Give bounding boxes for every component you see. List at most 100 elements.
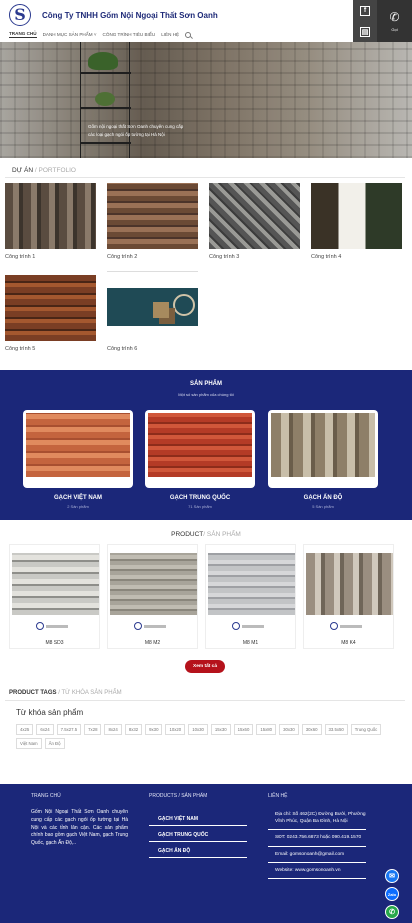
logo-letter: S xyxy=(14,5,26,24)
tag-cloud: 4x25 6x24 7.5x27.5 7x28 8x24 8x32 9x30 1… xyxy=(16,724,401,749)
project-card[interactable]: Công trình 3 xyxy=(209,183,300,260)
search-icon[interactable] xyxy=(185,31,192,38)
nav-item-home[interactable]: TRANG CHỦ xyxy=(9,31,37,38)
footer-contact-title: LIÊN HỆ xyxy=(268,793,288,799)
tag-item[interactable]: 15x60 xyxy=(233,724,254,735)
projects-title: DỰ ÁN / PORTFOLIO xyxy=(12,167,76,174)
project-label[interactable]: Công trình 3 xyxy=(209,254,300,260)
product-image[interactable] xyxy=(12,553,99,615)
hero-caption: Gốm nội ngoại thất Sơn Oanh chuyên cung … xyxy=(88,124,184,129)
project-image[interactable] xyxy=(107,183,198,249)
tag-item[interactable]: 7.5x27.5 xyxy=(56,724,82,735)
product-card[interactable]: M8 K4 xyxy=(303,544,394,649)
project-image[interactable] xyxy=(311,183,402,249)
tag-item[interactable]: Việt Nam xyxy=(16,738,42,749)
tag-item[interactable]: 15x30 xyxy=(210,724,231,735)
footer-link[interactable]: GẠCH TRUNG QUỐC xyxy=(149,828,247,842)
footer-about-title[interactable]: TRANG CHỦ xyxy=(31,793,61,799)
project-card[interactable]: Công trình 1 xyxy=(5,183,96,260)
project-image[interactable] xyxy=(5,183,96,249)
brand-logo xyxy=(330,621,370,631)
main-nav: TRANG CHỦ DANH MỤC SẢN PHẨM ˅ CÔNG TRÌNH… xyxy=(9,31,192,38)
project-image[interactable] xyxy=(209,183,300,249)
product-name[interactable]: M8 M2 xyxy=(108,640,197,646)
social-bar: f ▤ xyxy=(353,0,377,42)
company-name[interactable]: Công Ty TNHH Gốm Nội Ngoại Thất Sơn Oanh xyxy=(42,11,218,20)
category-card[interactable]: GẠCH VIỆT NAM 2 Sản phẩm xyxy=(23,410,133,509)
footer-about-text: Gốm Nội Ngoại Thất Sơn Oanh chuyên cung … xyxy=(31,809,128,846)
nav-item-categories[interactable]: DANH MỤC SẢN PHẨM ˅ xyxy=(43,32,97,37)
category-card[interactable]: GẠCH ẤN ĐỘ 5 Sản phẩm xyxy=(268,410,378,509)
footer-product-links: GẠCH VIỆT NAM GẠCH TRUNG QUỐC GẠCH ẤN ĐỘ xyxy=(149,812,247,860)
product-image[interactable] xyxy=(208,553,295,615)
category-image[interactable] xyxy=(271,413,375,477)
product-name[interactable]: M8 SD3 xyxy=(10,640,99,646)
nav-item-projects[interactable]: CÔNG TRÌNH TIÊU BIỂU xyxy=(103,32,156,37)
category-count: 2 Sản phẩm xyxy=(67,504,89,509)
category-name[interactable]: GẠCH VIỆT NAM xyxy=(23,495,133,501)
footer-contact: Địa chỉ: Số 462(2C) Đường Bưởi, Phường V… xyxy=(268,811,366,883)
chat-icon[interactable]: ▤ xyxy=(360,26,370,37)
tag-item[interactable]: Ấn Độ xyxy=(44,738,65,749)
project-label[interactable]: Công trình 6 xyxy=(107,346,198,352)
project-label[interactable]: Công trình 1 xyxy=(5,254,96,260)
tag-item[interactable]: 9x30 xyxy=(145,724,163,735)
product-card[interactable]: M8 M2 xyxy=(107,544,198,649)
email-text[interactable]: Email: gomsonoanh@gmail.com xyxy=(268,851,366,863)
category-name[interactable]: GẠCH ẤN ĐỘ xyxy=(268,495,378,501)
project-card[interactable]: Công trình 2 xyxy=(107,183,198,260)
tag-item[interactable]: 10x30 xyxy=(188,724,208,735)
divider xyxy=(5,700,405,701)
category-name[interactable]: GẠCH TRUNG QUỐC xyxy=(145,495,255,501)
project-card[interactable]: Công trình 4 xyxy=(311,183,402,260)
address-text: Địa chỉ: Số 462(2C) Đường Bưởi, Phường V… xyxy=(268,811,366,831)
zalo-icon[interactable]: Zalo xyxy=(385,887,399,901)
products-title: PRODUCT/ SẢN PHẨM xyxy=(171,531,241,538)
project-label[interactable]: Công trình 4 xyxy=(311,254,402,260)
category-subtitle: Một số sản phẩm của chúng tôi xyxy=(178,392,234,397)
product-card[interactable]: M8 M1 xyxy=(205,544,296,649)
tag-item[interactable]: 30x60 xyxy=(301,724,322,735)
project-label[interactable]: Công trình 5 xyxy=(5,346,96,352)
project-image[interactable] xyxy=(5,275,96,341)
logo[interactable]: S xyxy=(9,4,31,26)
tags-title: PRODUCT TAGS / TỪ KHÓA SẢN PHẨM xyxy=(9,690,122,696)
product-name[interactable]: M8 M1 xyxy=(206,640,295,646)
tag-item[interactable]: 10x20 xyxy=(165,724,186,735)
category-image[interactable] xyxy=(26,413,130,477)
tag-item[interactable]: 33.5x50 xyxy=(324,724,348,735)
product-name[interactable]: M8 K4 xyxy=(304,640,393,646)
footer-link[interactable]: GẠCH ẤN ĐỘ xyxy=(149,844,247,858)
website-text[interactable]: Website: www.gomsonoanh.vn xyxy=(268,867,366,879)
site-header: S Công Ty TNHH Gốm Nội Ngoại Thất Sơn Oa… xyxy=(0,0,412,42)
tag-item[interactable]: 8x32 xyxy=(124,724,143,735)
category-image[interactable] xyxy=(148,413,252,477)
view-all-button[interactable]: Xem tất cả xyxy=(185,660,225,673)
hero-banner[interactable]: Gốm nội ngoại thất Sơn Oanh chuyên cung … xyxy=(0,42,412,158)
tag-item[interactable]: 4x25 xyxy=(16,724,34,735)
project-image[interactable] xyxy=(107,288,198,326)
category-card[interactable]: GẠCH TRUNG QUỐC 71 Sản phẩm xyxy=(145,410,255,509)
messenger-icon[interactable]: ✉ xyxy=(385,869,399,883)
tag-item[interactable]: 7x28 xyxy=(84,724,102,735)
footer-link[interactable]: GẠCH VIỆT NAM xyxy=(149,812,247,826)
product-image[interactable] xyxy=(110,553,197,615)
phone-call-icon[interactable]: ✆ xyxy=(385,905,399,919)
brand-logo xyxy=(134,621,174,631)
call-button[interactable]: ✆ Gọi xyxy=(377,0,412,42)
tag-item[interactable]: 8x24 xyxy=(104,724,122,735)
product-card[interactable]: M8 SD3 xyxy=(9,544,100,649)
brand-logo xyxy=(36,621,76,631)
project-card[interactable]: Công trình 6 xyxy=(107,271,198,352)
tag-item[interactable]: Trung Quốc xyxy=(350,724,382,735)
tag-item[interactable]: 6x24 xyxy=(36,724,54,735)
product-image[interactable] xyxy=(306,553,393,615)
project-card[interactable]: Công trình 5 xyxy=(5,275,96,352)
facebook-icon[interactable]: f xyxy=(360,5,370,16)
nav-item-contact[interactable]: LIÊN HỆ xyxy=(161,32,179,37)
project-label[interactable]: Công trình 2 xyxy=(107,254,198,260)
category-section: SẢN PHẨM Một số sản phẩm của chúng tôi G… xyxy=(0,370,412,520)
tag-item[interactable]: 15x80 xyxy=(256,724,277,735)
tag-item[interactable]: 30x30 xyxy=(279,724,299,735)
phone-text[interactable]: SĐT: 0243.756.6873 hoặc 090.419.1570 xyxy=(268,834,366,847)
